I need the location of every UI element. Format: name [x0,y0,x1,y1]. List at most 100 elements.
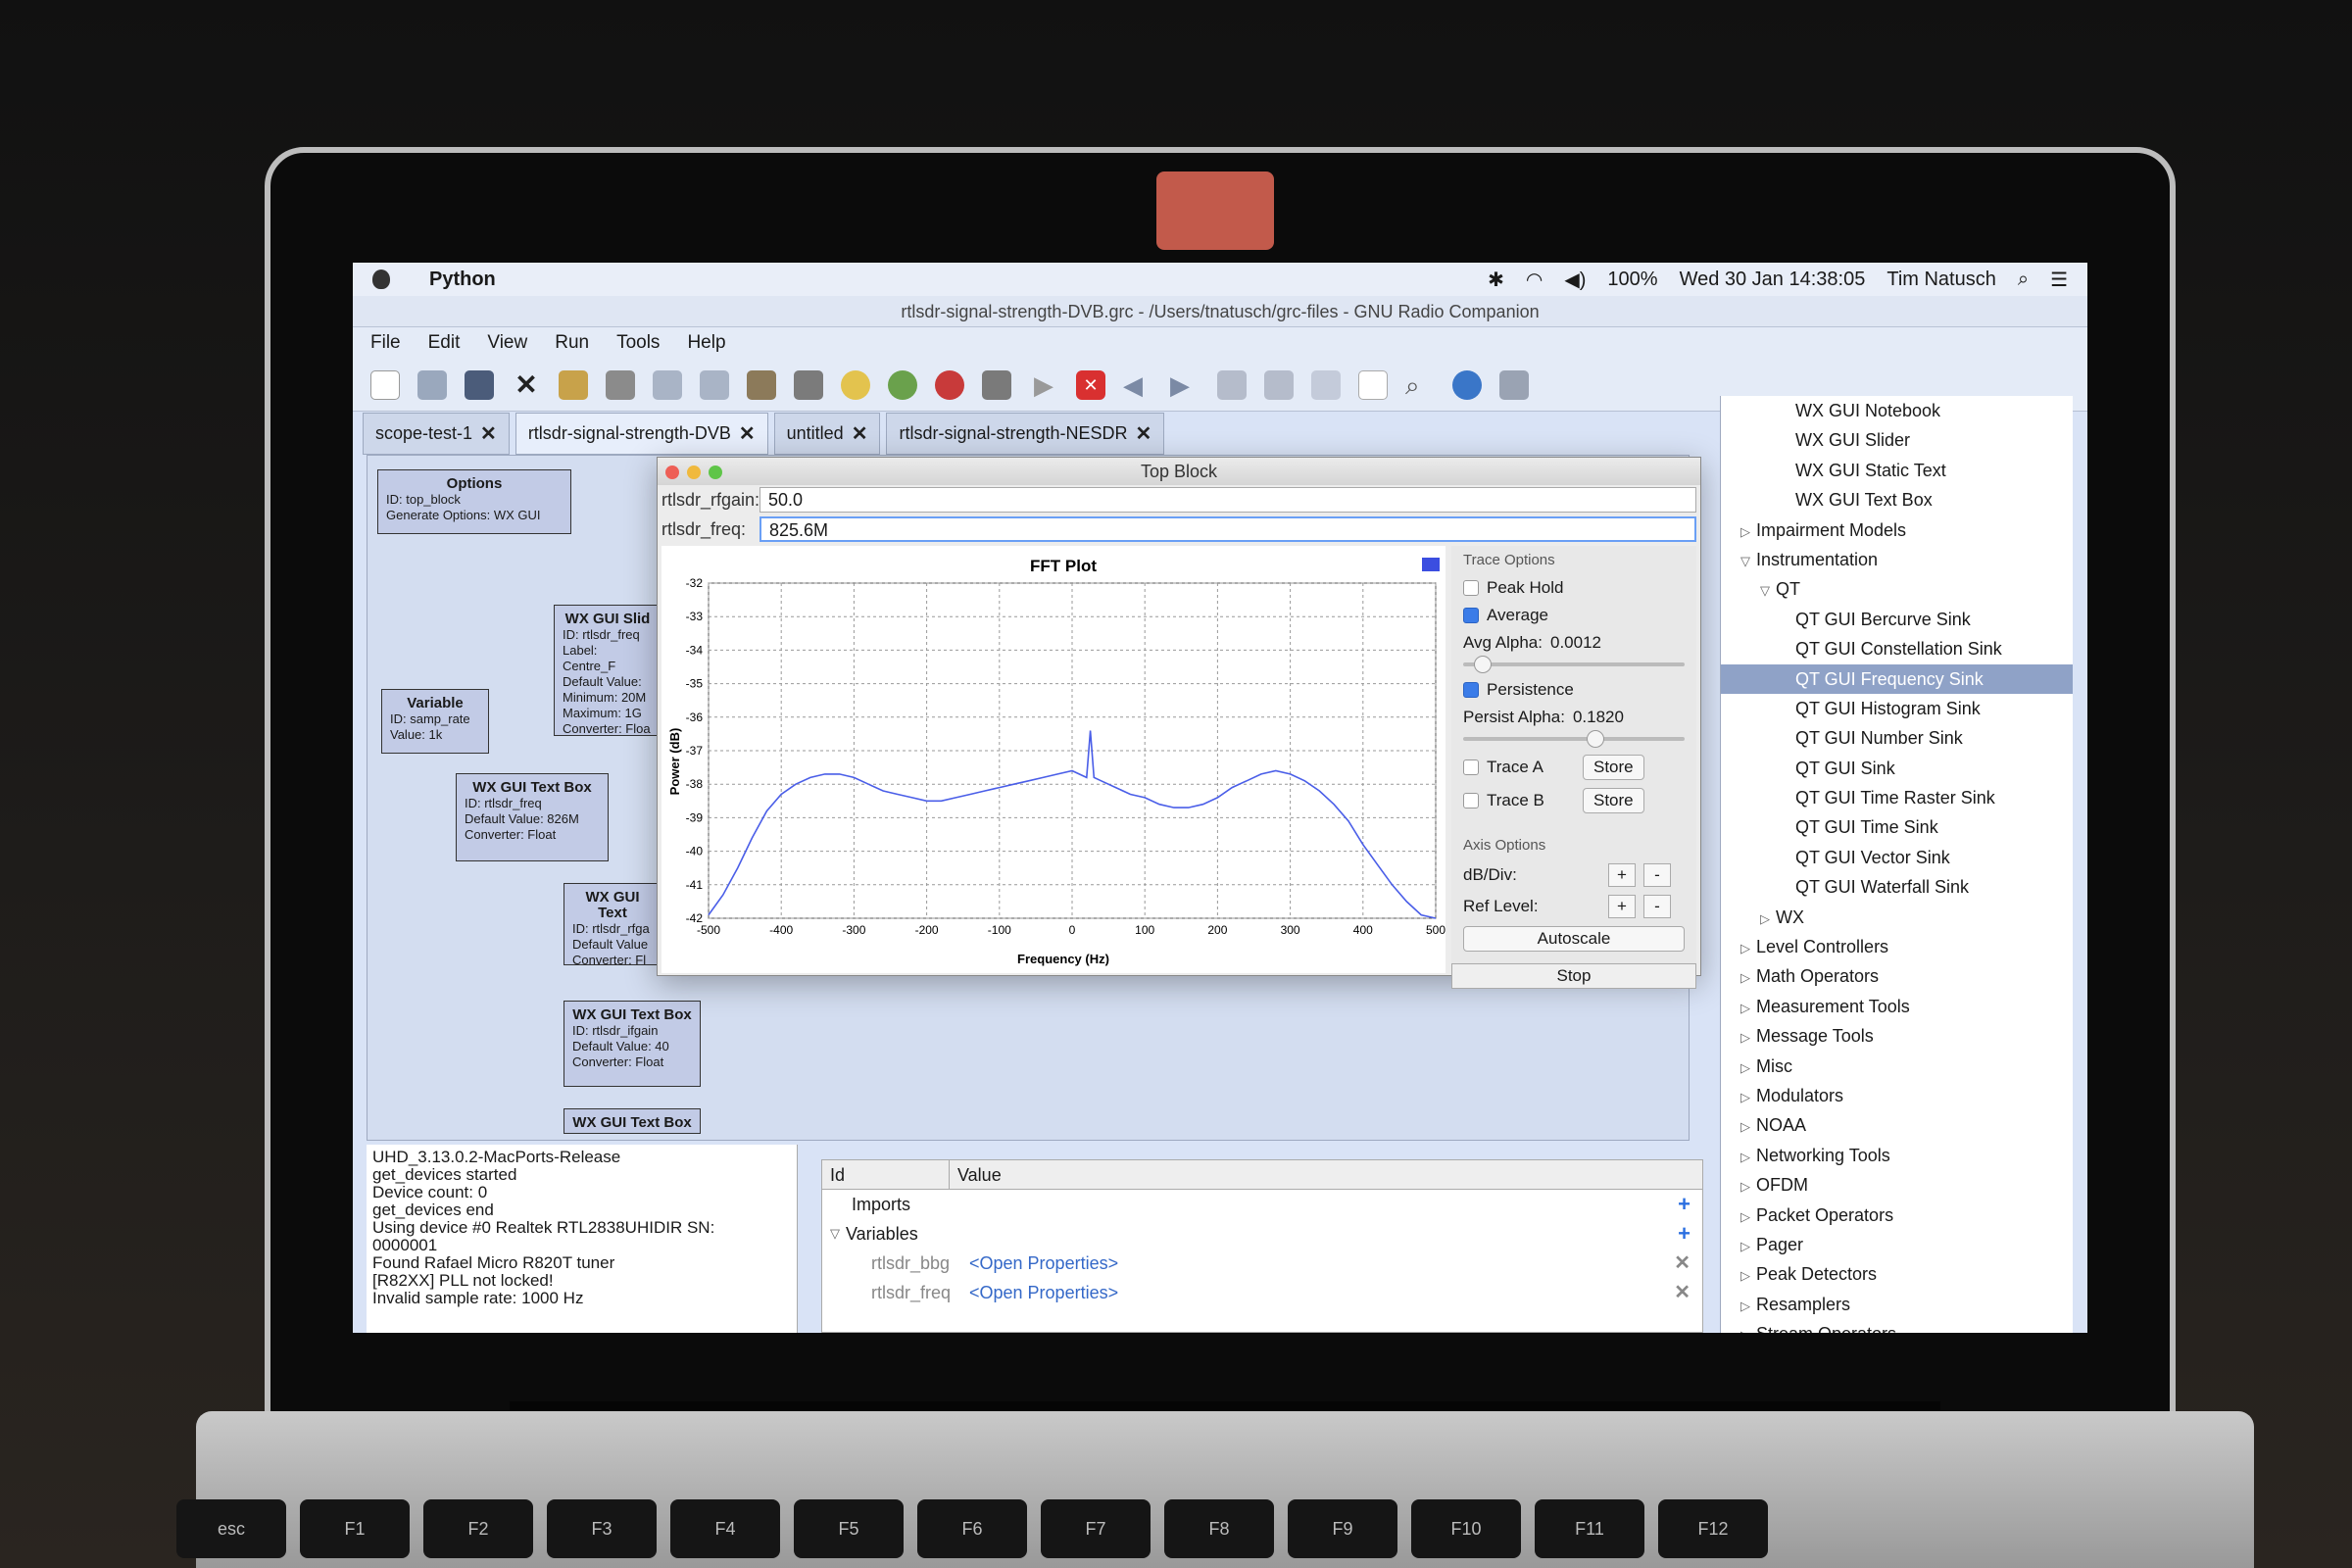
tab-untitled[interactable]: untitled ✕ [773,413,881,455]
expand-arrow-icon[interactable]: ▷ [1740,1172,1756,1201]
top-block-window[interactable]: Top Block rtlsdr_rfgain: 50.0 rtlsdr_fre… [657,457,1701,989]
library-item[interactable]: ▷ Measurement Tools [1721,992,2073,1021]
library-item[interactable]: ▷ Level Controllers [1721,932,2073,961]
expand-arrow-icon[interactable]: ▷ [1740,1023,1756,1053]
menu-run[interactable]: Run [555,332,589,354]
open-folder-icon[interactable] [417,369,447,400]
remove-variable-icon[interactable]: ✕ [1674,1278,1690,1307]
trace-a-checkbox[interactable] [1463,760,1479,775]
expand-arrow-icon[interactable]: ▷ [1760,905,1776,934]
slider-knob[interactable] [1587,730,1604,748]
search-icon[interactable]: ⌕ [2018,269,2029,291]
trace-b-checkbox[interactable] [1463,793,1479,808]
remove-variable-icon[interactable]: ✕ [1674,1249,1690,1278]
library-item[interactable]: ▷ WX [1721,903,2073,932]
expand-arrow-icon[interactable]: ▽ [1760,576,1776,606]
redo-icon[interactable] [888,369,917,400]
kill-icon[interactable]: ✕ [1076,369,1105,400]
clock[interactable]: Wed 30 Jan 14:38:05 [1680,269,1866,291]
average-checkbox[interactable] [1463,608,1479,623]
expand-arrow-icon[interactable]: ▷ [1740,1202,1756,1232]
menu-edit[interactable]: Edit [428,332,461,354]
expand-arrow-icon[interactable]: ▷ [1740,994,1756,1023]
block-wx-gui-slider[interactable]: WX GUI Slid ID: rtlsdr_freq Label: Centr… [554,605,662,736]
close-tab-icon[interactable]: ✕ [739,421,756,446]
library-item[interactable]: QT GUI Histogram Sink [1721,694,2073,723]
freq-field[interactable]: 825.6M [760,516,1696,542]
bypass-icon[interactable] [1311,369,1341,400]
library-item[interactable]: ▷ Impairment Models [1721,515,2073,545]
library-item[interactable]: ▷ Networking Tools [1721,1141,2073,1170]
user-name[interactable]: Tim Natusch [1886,269,1996,291]
close-window-icon[interactable] [665,466,679,479]
store-a-button[interactable]: Store [1583,755,1644,780]
block-wx-gui-text-box-freq[interactable]: WX GUI Text Box ID: rtlsdr_freq Default … [456,773,609,861]
library-item[interactable]: WX GUI Text Box [1721,485,2073,514]
library-item[interactable]: QT GUI Sink [1721,754,2073,783]
avg-alpha-slider[interactable] [1463,656,1685,673]
library-item[interactable]: ▷ OFDM [1721,1170,2073,1200]
close-tab-icon[interactable]: ✕ [1136,421,1152,446]
persistence-option[interactable]: Persistence [1451,676,1696,704]
imports-row[interactable]: Imports + [822,1190,1702,1219]
open-properties-link[interactable]: <Open Properties> [969,1278,1118,1307]
undo-icon[interactable] [841,369,870,400]
expand-arrow-icon[interactable]: ▷ [1740,1143,1756,1172]
library-item[interactable]: ▷ Message Tools [1721,1021,2073,1051]
app-name[interactable]: Python [429,269,496,291]
open-properties-link[interactable]: <Open Properties> [969,1249,1118,1278]
find-icon[interactable]: ⌕ [1405,370,1435,400]
block-variable[interactable]: Variable ID: samp_rate Value: 1k [381,689,489,754]
menu-tools[interactable]: Tools [616,332,660,354]
expand-arrow-icon[interactable]: ▷ [1740,1112,1756,1142]
variable-row[interactable]: rtlsdr_bbg <Open Properties> ✕ [822,1249,1702,1278]
library-item[interactable]: QT GUI Time Sink [1721,812,2073,842]
average-option[interactable]: Average [1451,602,1696,629]
autoscale-button[interactable]: Autoscale [1463,926,1685,952]
peak-hold-checkbox[interactable] [1463,580,1479,596]
paste-icon[interactable] [747,369,776,400]
expand-arrow-icon[interactable]: ▽ [830,1219,846,1249]
expand-arrow-icon[interactable]: ▷ [1740,1054,1756,1083]
expand-arrow-icon[interactable]: ▽ [1740,547,1756,576]
menu-file[interactable]: File [370,332,401,354]
close-tab-icon[interactable]: ✕ [480,421,497,446]
library-item[interactable]: QT GUI Frequency Sink [1721,663,2073,694]
expand-arrow-icon[interactable]: ▷ [1740,517,1756,547]
tab-rtlsdr-signal-strength-nesdr[interactable]: rtlsdr-signal-strength-NESDR ✕ [886,413,1165,455]
add-variable-icon[interactable]: + [1678,1219,1690,1249]
arrow-left-icon[interactable]: ◀ [1123,370,1152,400]
delete-icon[interactable] [794,369,823,400]
wifi-icon[interactable]: ◠ [1526,268,1543,292]
block-wx-gui-text-box-ifgain[interactable]: WX GUI Text Box ID: rtlsdr_ifgain Defaul… [564,1001,701,1087]
apple-icon[interactable] [372,270,390,289]
variable-row[interactable]: rtlsdr_freq <Open Properties> ✕ [822,1278,1702,1307]
library-item[interactable]: ▷ Packet Operators [1721,1200,2073,1230]
peak-hold-option[interactable]: Peak Hold [1451,574,1696,602]
expand-arrow-icon[interactable]: ▷ [1740,934,1756,963]
column-value[interactable]: Value [950,1160,1002,1189]
generate-icon[interactable] [982,369,1011,400]
menu-view[interactable]: View [487,332,527,354]
block-wx-gui-text-box-rfgain[interactable]: WX GUI Text ID: rtlsdr_rfga Default Valu… [564,883,662,967]
library-item[interactable]: ▽ Instrumentation [1721,545,2073,574]
expand-arrow-icon[interactable]: ▷ [1740,1232,1756,1261]
close-icon[interactable]: ✕ [512,369,541,400]
block-icon[interactable] [1499,369,1529,400]
execute-icon[interactable]: ▶ [1029,370,1058,400]
expand-arrow-icon[interactable]: ▷ [1740,1292,1756,1321]
store-b-button[interactable]: Store [1583,788,1644,813]
print-icon[interactable] [606,369,635,400]
library-item[interactable]: ▷ Misc [1721,1052,2073,1081]
expand-arrow-icon[interactable]: ▷ [1740,963,1756,993]
persist-alpha-slider[interactable] [1463,730,1685,748]
cut-icon[interactable] [653,369,682,400]
library-item[interactable]: QT GUI Bercurve Sink [1721,605,2073,634]
library-item[interactable]: ▷ Pager [1721,1230,2073,1259]
expand-arrow-icon[interactable]: ▷ [1740,1083,1756,1112]
library-item[interactable]: WX GUI Static Text [1721,456,2073,485]
tab-rtlsdr-signal-strength-dvb[interactable]: rtlsdr-signal-strength-DVB ✕ [514,413,768,455]
disable-icon[interactable] [935,369,964,400]
library-item[interactable]: ▷Stream Operators [1721,1319,2073,1333]
zoom-window-icon[interactable] [709,466,722,479]
